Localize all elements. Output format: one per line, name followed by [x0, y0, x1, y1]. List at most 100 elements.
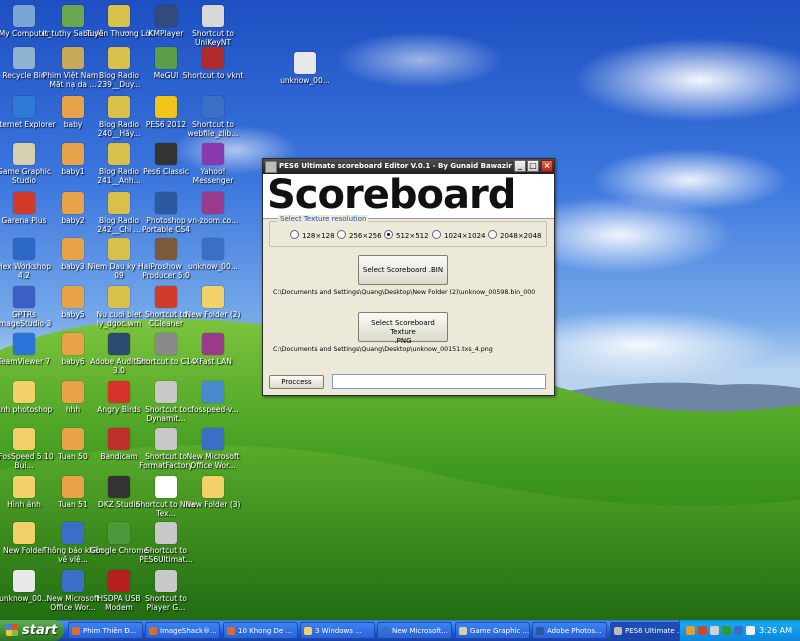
image-file-icon	[202, 238, 224, 260]
desktop-icon[interactable]: unknow_00...	[180, 238, 246, 271]
desktop-icon[interactable]: Shortcut to Player G...	[133, 570, 199, 612]
pes-icon	[155, 96, 177, 118]
process-output-field[interactable]	[332, 374, 546, 389]
desktop-icon-label: Shortcut to UniKeyNT	[192, 29, 234, 47]
select-bin-button[interactable]: Select Scoreboard .BIN	[358, 255, 448, 285]
folder-icon	[13, 428, 35, 450]
minimize-button[interactable]: _	[514, 160, 526, 172]
maximize-button[interactable]: □	[527, 160, 539, 172]
desktop-icon-label: New Microsoft Office Wor...	[186, 452, 240, 470]
media-icon	[62, 5, 84, 27]
desktop-icon[interactable]: XFast LAN	[180, 333, 246, 366]
select-png-label-line2: .PNG	[394, 337, 412, 345]
start-button[interactable]: start	[0, 620, 64, 641]
desktop-icon[interactable]: cfosspeed-v...	[180, 381, 246, 414]
proshow-icon	[155, 238, 177, 260]
winrar-icon	[202, 333, 224, 355]
taskbar-item[interactable]: Game Graphic ...	[455, 622, 530, 639]
tray-app-icon[interactable]	[734, 626, 743, 635]
desktop-icon[interactable]: unknow_00...	[272, 52, 338, 85]
desktop-icon[interactable]: Shortcut to PES6Ultimat...	[133, 522, 199, 564]
clock: 3:26 AM	[759, 626, 792, 635]
shortcut-icon	[155, 570, 177, 592]
image-file-icon	[62, 286, 84, 308]
taskbar-app-icon	[149, 627, 157, 635]
radio-2048[interactable]: 2048×2048	[488, 230, 542, 240]
taskbar-item[interactable]: New Microsoft...	[377, 622, 452, 639]
bin-path-label: C:\Documents and Settings\Quang\Desktop\…	[273, 289, 536, 296]
radio-512[interactable]: 512×512	[384, 230, 429, 240]
radio-1024[interactable]: 1024×1024	[432, 230, 486, 240]
teamviewer-icon	[13, 333, 35, 355]
image-file-icon	[62, 238, 84, 260]
webfile-icon	[202, 96, 224, 118]
desktop-icon-label: Shortcut to PES6Ultimat...	[139, 546, 193, 564]
taskbar-item-label: 3 Windows ...	[315, 627, 362, 635]
taskbar-app-icon	[227, 627, 235, 635]
taskbar: start Phim Thiên Đ... ImageShack®... 10 Kh…	[0, 620, 800, 641]
radio-256[interactable]: 256×256	[337, 230, 382, 240]
desktop: My ComputerRecycle BinInternet ExplorerG…	[0, 0, 800, 620]
title-bar[interactable]: PES6 Ultimate scoreboard Editor V.0.1 - …	[263, 159, 554, 174]
desktop-icon[interactable]: Shortcut to webfile_zlib...	[180, 96, 246, 138]
word-doc-icon	[62, 570, 84, 592]
desktop-icon[interactable]: Shortcut to vknt	[180, 47, 246, 80]
radio-label: 256×256	[349, 232, 382, 240]
audition-icon	[108, 333, 130, 355]
taskbar-item[interactable]: 3 Windows ...	[300, 622, 375, 639]
tray-app-icon[interactable]	[686, 626, 695, 635]
radio-label: 512×512	[396, 232, 429, 240]
tray-app-icon[interactable]	[710, 626, 719, 635]
png-path-label: C:\Documents and Settings\Quang\Desktop\…	[273, 346, 493, 353]
tray-app-icon[interactable]	[698, 626, 707, 635]
modem-icon	[108, 570, 130, 592]
banner-text: Scoreboard	[267, 174, 516, 218]
desktop-icon[interactable]: Yahoo! Messenger	[180, 143, 246, 185]
close-button[interactable]: ×	[541, 160, 553, 172]
taskbar-item[interactable]: 10 Khong De ...	[223, 622, 298, 639]
computer-icon	[13, 5, 35, 27]
word-doc-icon	[62, 522, 84, 544]
megui-icon	[155, 47, 177, 69]
desktop-icon[interactable]: New Folder (2)	[180, 286, 246, 319]
desktop-icon[interactable]: Shortcut to UniKeyNT	[180, 5, 246, 47]
game-graphic-studio-icon	[13, 143, 35, 165]
taskbar-item[interactable]: ImageShack®...	[145, 622, 220, 639]
chrome-icon	[108, 522, 130, 544]
imagestudio-icon	[13, 286, 35, 308]
folder-icon	[202, 286, 224, 308]
taskbar-item[interactable]: Phim Thiên Đ...	[68, 622, 143, 639]
taskbar-item-label: Adobe Photos...	[547, 627, 602, 635]
taskbar-app-icon	[381, 627, 389, 635]
window-title: PES6 Ultimate scoreboard Editor V.0.1 - …	[279, 162, 512, 170]
desktop-icon-label: New Folder (2)	[185, 310, 241, 319]
formatfactory-icon	[155, 428, 177, 450]
select-png-button[interactable]: Select Scoreboard Texture .PNG	[358, 312, 448, 345]
folder-icon	[13, 381, 35, 403]
taskbar-item-label: 10 Khong De ...	[238, 627, 293, 635]
taskbar-item-label: Game Graphic ...	[470, 627, 530, 635]
scoreboard-editor-window[interactable]: PES6 Ultimate scoreboard Editor V.0.1 - …	[262, 158, 555, 396]
taskbar-item[interactable]: PES6 Ultimate ...	[610, 622, 685, 639]
desktop-icon[interactable]: vn-zoom.co...	[180, 192, 246, 225]
desktop-icon-label: Shortcut to vknt	[182, 71, 244, 80]
windows-logo-icon	[6, 624, 18, 636]
tray-volume-icon[interactable]	[746, 626, 755, 635]
desktop-icon[interactable]: New Folder (3)	[180, 476, 246, 509]
group-label: Select Texture resolution	[278, 215, 369, 223]
process-button[interactable]: Proccess	[269, 375, 324, 389]
desktop-icon[interactable]: New Microsoft Office Wor...	[180, 428, 246, 470]
radio-128[interactable]: 128×128	[290, 230, 335, 240]
taskbar-item[interactable]: Adobe Photos...	[532, 622, 607, 639]
texture-resolution-group: Select Texture resolution 128×128 256×25…	[269, 215, 547, 247]
bandicam-icon	[108, 428, 130, 450]
tray-app-icon[interactable]	[722, 626, 731, 635]
desktop-icon-label: Yahoo! Messenger	[192, 167, 234, 185]
hex-workshop-icon	[13, 238, 35, 260]
desktop-icon-label: Shortcut to webfile_zlib...	[187, 120, 239, 138]
desktop-icon-label: Shortcut to Player G...	[145, 594, 187, 612]
vknt-icon	[202, 47, 224, 69]
recycle-bin-icon	[13, 47, 35, 69]
radio-label: 2048×2048	[500, 232, 542, 240]
taskbar-item-label: PES6 Ultimate ...	[625, 627, 684, 635]
